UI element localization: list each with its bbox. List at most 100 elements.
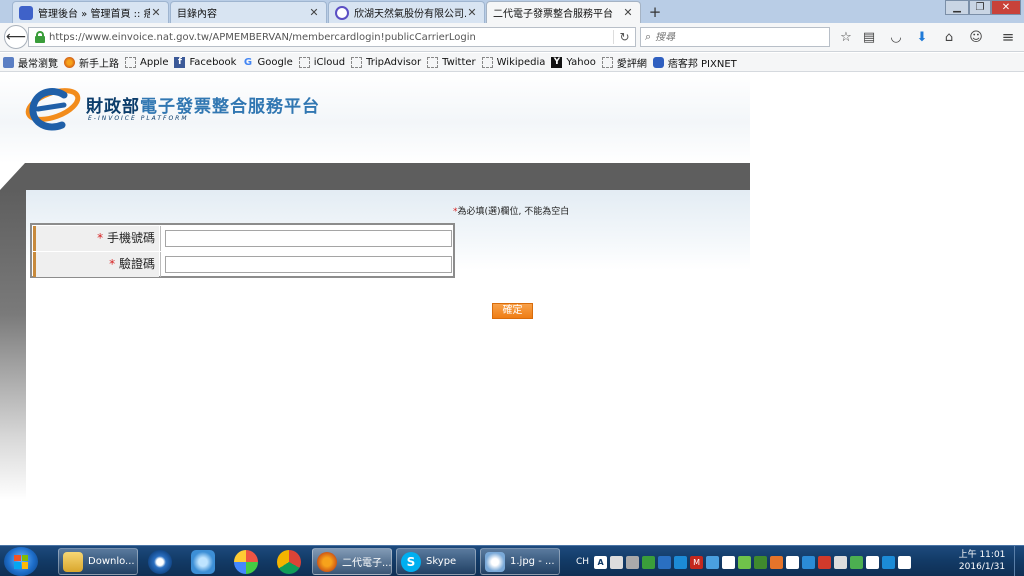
reload-icon[interactable]: ↻ xyxy=(613,30,635,44)
side-decoration-strip xyxy=(0,190,26,500)
device-icon[interactable] xyxy=(722,555,736,569)
taskbar-firefox[interactable]: 二代電子... xyxy=(312,548,392,575)
taskbar-skype[interactable]: S Skype xyxy=(396,548,476,575)
keyboard-icon[interactable] xyxy=(610,555,624,569)
tray-white-icon[interactable] xyxy=(786,555,800,569)
tab-directory[interactable]: 目錄內容 ✕ xyxy=(170,1,327,23)
mcafee-icon[interactable]: M xyxy=(690,555,704,569)
tab-gas-company[interactable]: 欣湖天然氣股份有限公司... ✕ xyxy=(328,1,485,23)
input-language-indicator[interactable]: CH xyxy=(576,557,589,567)
color-wheel-icon[interactable] xyxy=(234,550,258,574)
pocket-icon[interactable]: ◡ xyxy=(888,29,904,45)
phone-label: * 手機號碼 xyxy=(33,226,159,251)
bookmark-label: TripAdvisor xyxy=(366,56,422,68)
tray-app-icon[interactable] xyxy=(626,555,640,569)
clock-time: 上午 11:01 xyxy=(958,550,1006,560)
windows-taskbar: Downlo... 二代電子... S Skype 1.jpg - ... CH… xyxy=(0,545,1024,576)
close-tab-icon[interactable]: ✕ xyxy=(466,6,478,19)
tab-admin[interactable]: 管理後台 » 管理首頁 :: 痞... ✕ xyxy=(12,1,169,23)
blank-folder-icon xyxy=(298,56,310,68)
wifi-icon[interactable] xyxy=(674,555,688,569)
taskbar-label: Skype xyxy=(426,556,457,567)
tray-orange-icon[interactable] xyxy=(770,555,784,569)
bookmark-ipeen[interactable]: 愛評網 xyxy=(601,55,647,70)
required-star: * xyxy=(97,231,104,245)
confirm-button[interactable]: 確定 xyxy=(492,303,533,319)
show-desktop-button[interactable] xyxy=(1014,546,1024,576)
taskbar-paint[interactable]: 1.jpg - ... xyxy=(480,548,560,575)
start-button[interactable] xyxy=(4,547,38,576)
network-icon[interactable] xyxy=(191,550,215,574)
nvidia-icon[interactable] xyxy=(754,555,768,569)
verification-code-input[interactable] xyxy=(165,256,452,273)
bookmark-icloud[interactable]: iCloud xyxy=(298,56,345,68)
home-icon[interactable]: ⌂ xyxy=(941,29,957,45)
page-viewport: 財政部電子發票整合服務平台 E-INVOICE PLATFORM *為必填(選)… xyxy=(0,73,1024,545)
navigation-bar: ⟵ https://www.einvoice.nat.gov.tw/APMEMB… xyxy=(0,23,1024,52)
bookmark-tripadvisor[interactable]: TripAdvisor xyxy=(351,56,422,68)
system-clock[interactable]: 上午 11:01 2016/1/31 xyxy=(952,549,1012,573)
download-icon[interactable]: ⬇ xyxy=(914,29,930,45)
system-tray: CH A M xyxy=(576,550,914,574)
sync-icon[interactable] xyxy=(642,555,656,569)
reading-list-icon[interactable]: ▤ xyxy=(861,29,877,45)
taskbar-label: 1.jpg - ... xyxy=(510,556,555,567)
tab-einvoice[interactable]: 二代電子發票整合服務平台 ✕ xyxy=(486,1,641,23)
tray-blue-icon[interactable] xyxy=(802,555,816,569)
bookmark-label: 最常瀏覽 xyxy=(18,58,58,70)
phone-number-input[interactable] xyxy=(165,230,452,247)
ime-icon[interactable]: A xyxy=(594,555,608,569)
browser-icon[interactable] xyxy=(148,550,172,574)
bookmark-twitter[interactable]: Twitter xyxy=(427,56,476,68)
acrobat-icon[interactable] xyxy=(818,555,832,569)
blank-folder-icon xyxy=(125,56,136,68)
url-text[interactable]: https://www.einvoice.nat.gov.tw/APMEMBER… xyxy=(49,32,613,43)
new-tab-button[interactable]: + xyxy=(646,3,664,21)
back-button[interactable]: ⟵ xyxy=(4,25,28,49)
site-title: 財政部電子發票整合服務平台 xyxy=(86,92,320,117)
bookmark-label: Yahoo xyxy=(566,56,596,68)
bookmark-google[interactable]: G Google xyxy=(242,57,293,68)
bookmark-getting-started[interactable]: 新手上路 xyxy=(64,55,119,70)
search-box[interactable]: ⌕ xyxy=(640,27,830,47)
bookmark-pixnet[interactable]: 痞客邦 PIXNET xyxy=(652,55,737,70)
chrome-icon[interactable] xyxy=(277,550,301,574)
chat-icon[interactable]: ☺ xyxy=(968,29,984,45)
tray-green-icon[interactable] xyxy=(850,555,864,569)
shield-check-icon[interactable] xyxy=(738,555,752,569)
search-input[interactable] xyxy=(655,31,816,43)
bookmark-apple[interactable]: Apple xyxy=(125,56,168,68)
close-tab-icon[interactable]: ✕ xyxy=(308,6,320,19)
bookmark-yahoo[interactable]: Y Yahoo xyxy=(551,56,596,68)
back-arrow-icon: ⟵ xyxy=(5,29,27,45)
windows-icon[interactable] xyxy=(658,555,672,569)
tab-title: 目錄內容 xyxy=(177,9,217,20)
bookmark-most-visited[interactable]: 最常瀏覽 xyxy=(3,55,58,70)
bookmark-wikipedia[interactable]: Wikipedia xyxy=(481,56,546,68)
yahoo-icon: Y xyxy=(551,56,563,68)
restore-button[interactable]: ❐ xyxy=(969,0,991,15)
blank-folder-icon xyxy=(427,56,439,68)
google-favicon-icon xyxy=(335,5,349,20)
monitor-icon[interactable] xyxy=(706,555,720,569)
bookmark-star-icon[interactable]: ☆ xyxy=(838,29,854,45)
minimize-button[interactable]: ▁ xyxy=(945,0,969,15)
close-window-button[interactable]: ✕ xyxy=(991,0,1021,15)
bookmark-facebook[interactable]: f Facebook xyxy=(174,56,237,68)
folder-icon xyxy=(63,551,83,572)
action-center-icon[interactable] xyxy=(898,555,912,569)
bookmark-label: Facebook xyxy=(189,56,237,68)
tray-gray-icon[interactable] xyxy=(834,555,848,569)
bookmark-label: Wikipedia xyxy=(496,56,546,68)
network-tray-icon[interactable] xyxy=(882,555,896,569)
close-tab-icon[interactable]: ✕ xyxy=(150,6,162,19)
blank-folder-icon xyxy=(601,56,613,68)
taskbar-downloads[interactable]: Downlo... xyxy=(58,548,138,575)
url-bar[interactable]: https://www.einvoice.nat.gov.tw/APMEMBER… xyxy=(28,27,636,47)
paint-icon xyxy=(485,551,505,572)
volume-icon[interactable] xyxy=(866,555,880,569)
close-tab-icon[interactable]: ✕ xyxy=(622,6,634,19)
tab-title: 二代電子發票整合服務平台 xyxy=(493,9,613,20)
menu-icon[interactable]: ≡ xyxy=(1000,28,1016,46)
bookmarks-toolbar: 最常瀏覽 新手上路 Apple f Facebook G Google iClo… xyxy=(0,53,1024,72)
